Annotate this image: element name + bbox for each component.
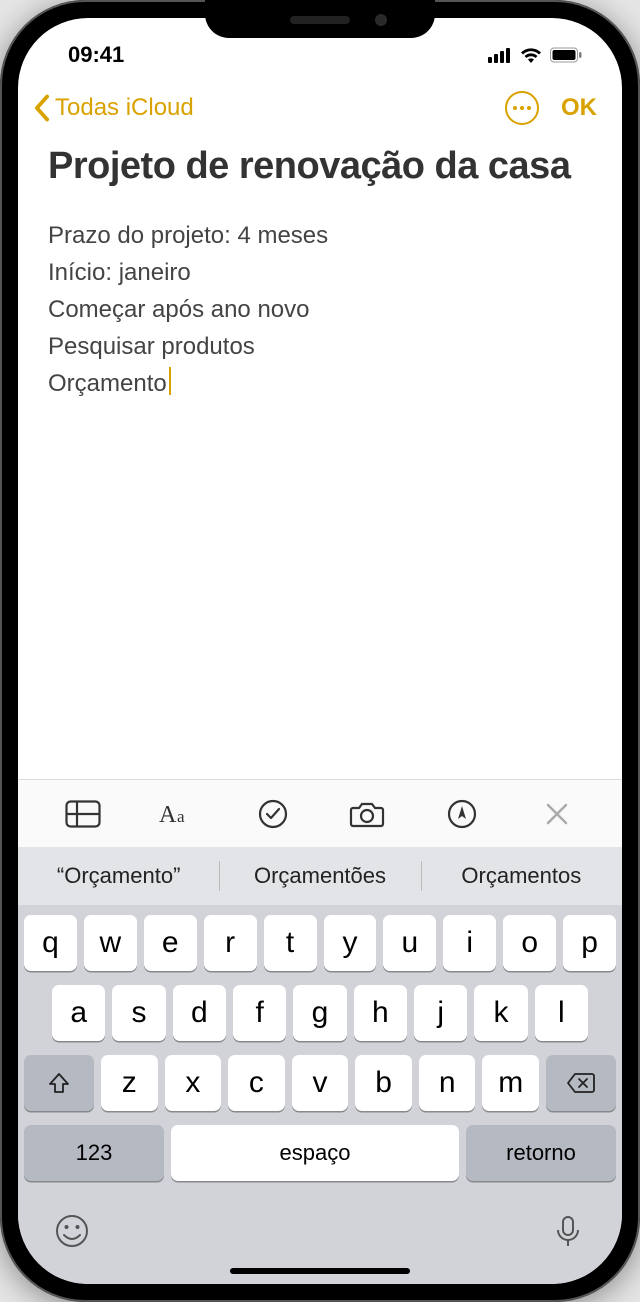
checklist-icon	[258, 799, 288, 829]
keyboard-bottom	[18, 1201, 622, 1258]
text-format-icon: Aa	[159, 800, 197, 828]
microphone-icon	[550, 1213, 586, 1249]
key-n[interactable]: n	[419, 1055, 476, 1111]
markup-button[interactable]	[441, 796, 483, 832]
space-key[interactable]: espaço	[171, 1125, 459, 1181]
key-g[interactable]: g	[293, 985, 346, 1041]
key-j[interactable]: j	[414, 985, 467, 1041]
suggestion-bar: “Orçamento” Orçamentões Orçamentos	[18, 847, 622, 905]
done-button[interactable]: OK	[561, 94, 597, 122]
key-c[interactable]: c	[228, 1055, 285, 1111]
format-toolbar: Aa	[18, 779, 622, 847]
key-a[interactable]: a	[52, 985, 105, 1041]
note-body[interactable]: Prazo do projeto: 4 meses Início: janeir…	[48, 217, 592, 403]
wifi-icon	[520, 47, 542, 63]
svg-text:a: a	[177, 807, 185, 826]
key-row-4: 123 espaço retorno	[24, 1125, 616, 1181]
key-w[interactable]: w	[84, 915, 137, 971]
checklist-button[interactable]	[252, 796, 294, 832]
numeric-key[interactable]: 123	[24, 1125, 164, 1181]
back-label: Todas iCloud	[55, 94, 194, 122]
key-m[interactable]: m	[482, 1055, 539, 1111]
key-u[interactable]: u	[383, 915, 436, 971]
dictation-button[interactable]	[550, 1213, 586, 1254]
status-icons	[488, 47, 582, 63]
key-s[interactable]: s	[112, 985, 165, 1041]
key-y[interactable]: y	[324, 915, 377, 971]
key-x[interactable]: x	[165, 1055, 222, 1111]
markup-icon	[447, 799, 477, 829]
phone-frame: 09:41 Todas iCloud OK Projeto de renovaç…	[0, 0, 640, 1302]
close-icon	[545, 802, 569, 826]
note-line[interactable]: Prazo do projeto: 4 meses	[48, 217, 592, 254]
key-r[interactable]: r	[204, 915, 257, 971]
note-line[interactable]: Pesquisar produtos	[48, 328, 592, 365]
close-keyboard-button[interactable]	[536, 796, 578, 832]
key-row-3: z x c v b n m	[24, 1055, 616, 1111]
nav-bar: Todas iCloud OK	[18, 73, 622, 137]
notch	[205, 0, 435, 38]
keyboard: “Orçamento” Orçamentões Orçamentos q w e…	[18, 847, 622, 1284]
svg-text:A: A	[159, 802, 177, 828]
suggestion[interactable]: Orçamentões	[219, 847, 420, 905]
table-button[interactable]	[62, 796, 104, 832]
key-i[interactable]: i	[443, 915, 496, 971]
home-indicator[interactable]	[230, 1268, 410, 1274]
text-format-button[interactable]: Aa	[157, 796, 199, 832]
shift-icon	[47, 1071, 71, 1095]
key-d[interactable]: d	[173, 985, 226, 1041]
shift-key[interactable]	[24, 1055, 94, 1111]
chevron-left-icon	[33, 94, 51, 122]
note-title[interactable]: Projeto de renovação da casa	[48, 145, 592, 189]
return-key[interactable]: retorno	[466, 1125, 616, 1181]
key-z[interactable]: z	[101, 1055, 158, 1111]
key-f[interactable]: f	[233, 985, 286, 1041]
emoji-icon	[54, 1213, 90, 1249]
key-p[interactable]: p	[563, 915, 616, 971]
note-line[interactable]: Começar após ano novo	[48, 291, 592, 328]
note-editor[interactable]: Projeto de renovação da casa Prazo do pr…	[18, 137, 622, 779]
note-line[interactable]: Início: janeiro	[48, 254, 592, 291]
table-icon	[65, 800, 101, 828]
key-v[interactable]: v	[292, 1055, 349, 1111]
key-q[interactable]: q	[24, 915, 77, 971]
key-o[interactable]: o	[503, 915, 556, 971]
camera-button[interactable]	[346, 796, 388, 832]
key-e[interactable]: e	[144, 915, 197, 971]
more-button[interactable]	[505, 91, 539, 125]
key-h[interactable]: h	[354, 985, 407, 1041]
back-button[interactable]: Todas iCloud	[33, 94, 194, 122]
key-l[interactable]: l	[535, 985, 588, 1041]
suggestion[interactable]: “Orçamento”	[18, 847, 219, 905]
key-row-1: q w e r t y u i o p	[24, 915, 616, 971]
suggestion[interactable]: Orçamentos	[421, 847, 622, 905]
battery-icon	[550, 47, 582, 63]
backspace-key[interactable]	[546, 1055, 616, 1111]
screen: 09:41 Todas iCloud OK Projeto de renovaç…	[18, 18, 622, 1284]
cellular-icon	[488, 47, 512, 63]
status-time: 09:41	[68, 42, 124, 68]
note-line-cursor[interactable]: Orçamento	[48, 370, 171, 397]
backspace-icon	[566, 1072, 596, 1094]
key-k[interactable]: k	[474, 985, 527, 1041]
emoji-button[interactable]	[54, 1213, 90, 1254]
key-row-2: a s d f g h j k l	[24, 985, 616, 1041]
camera-icon	[349, 800, 385, 828]
key-b[interactable]: b	[355, 1055, 412, 1111]
key-t[interactable]: t	[264, 915, 317, 971]
